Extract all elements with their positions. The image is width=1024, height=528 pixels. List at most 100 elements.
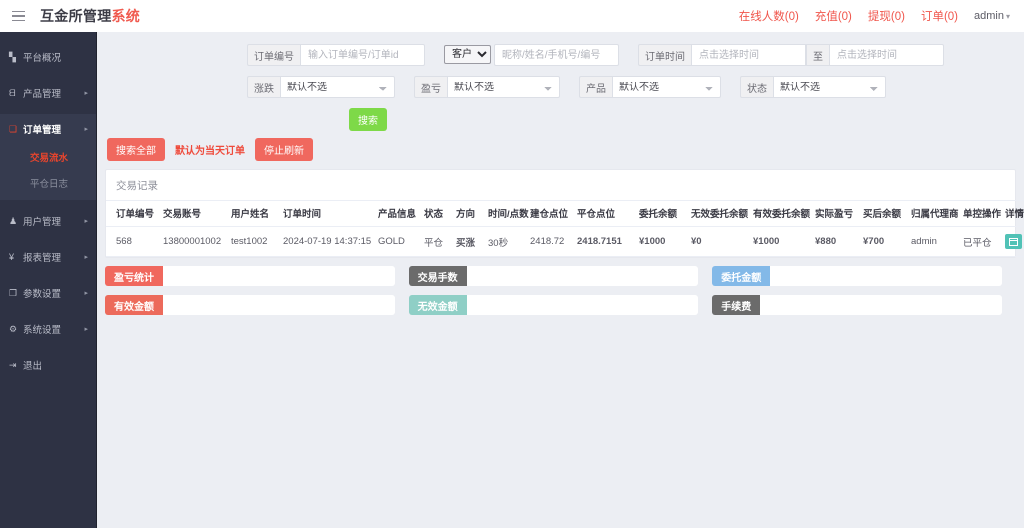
- search-button[interactable]: 搜索: [349, 108, 387, 131]
- customer-type-select[interactable]: 客户: [444, 45, 491, 64]
- col-agent: 归属代理商: [909, 200, 961, 227]
- stat-fee: 手续费: [712, 295, 1016, 315]
- sidebar-item-label-product: 产品管理: [23, 89, 62, 100]
- sidebar-subitem-close-log[interactable]: 平仓日志: [0, 170, 96, 196]
- chevron-right-icon-order: ▸: [84, 126, 88, 133]
- chevron-down-icon: ▾: [1005, 12, 1010, 21]
- col-invalid-entrust-balance: 无效委托余额: [689, 200, 751, 227]
- updown-select[interactable]: 默认不选: [280, 76, 395, 98]
- col-valid-entrust-balance: 有效委托余额: [751, 200, 813, 227]
- cell-agent: admin: [909, 226, 961, 257]
- col-direction: 方向: [454, 200, 486, 227]
- stat-value-profit-summary[interactable]: [163, 266, 395, 286]
- filter-row-1: 订单编号 客户 订单时间 至: [97, 44, 1024, 66]
- dashboard-icon: ▚: [9, 51, 16, 62]
- filter-order-no: 订单编号: [247, 44, 425, 66]
- params-icon: ❐: [9, 287, 18, 298]
- filter-customer: 客户: [444, 44, 619, 66]
- system-settings-icon: ⚙: [9, 323, 18, 334]
- top-link-withdraw[interactable]: 提现(0): [862, 4, 911, 28]
- stat-label-trade-lots: 交易手数: [408, 266, 467, 286]
- chevron-right-icon-report: ▸: [84, 254, 88, 261]
- stat-label-entrust-amount: 委托金额: [712, 266, 771, 286]
- top-link-recharge[interactable]: 充值(0): [809, 4, 858, 28]
- stat-value-invalid-amount[interactable]: [466, 295, 699, 315]
- order-time-separator: 至: [806, 44, 829, 66]
- customer-search-input[interactable]: [494, 44, 619, 66]
- cell-close-price: 2418.7151: [575, 226, 637, 257]
- col-detail: 详情: [1003, 200, 1024, 227]
- user-icon: ♟: [9, 215, 18, 226]
- order-time-end-input[interactable]: [829, 44, 944, 66]
- brand-accent: 系统: [111, 8, 141, 24]
- col-single-control: 单控操作: [961, 200, 1003, 227]
- sidebar-item-order[interactable]: ❏ 订单管理 ▸: [0, 114, 96, 144]
- status-select[interactable]: 默认不选: [773, 76, 886, 98]
- col-close-price: 平仓点位: [575, 200, 637, 227]
- table-row[interactable]: 568 13800001002 test1002 2024-07-19 14:3…: [106, 226, 1024, 257]
- report-icon: ¥: [9, 252, 15, 262]
- table-header-row: 订单编号 交易账号 用户姓名 订单时间 产品信息 状态 方向 时间/点数 建仓点…: [106, 200, 1024, 227]
- stat-valid-amount: 有效金额: [105, 295, 409, 315]
- top-link-online-count[interactable]: 在线人数(0): [733, 4, 805, 28]
- product-select[interactable]: 默认不选: [612, 76, 721, 98]
- cell-open-price: 2418.72: [528, 226, 575, 257]
- stop-refresh-button[interactable]: 停止刷新: [255, 138, 313, 161]
- col-actual-profit: 实际盈亏: [813, 200, 861, 227]
- stat-value-trade-lots[interactable]: [466, 266, 699, 286]
- sidebar-item-report[interactable]: ¥ 报表管理 ▸: [0, 242, 96, 272]
- transaction-table: 订单编号 交易账号 用户姓名 订单时间 产品信息 状态 方向 时间/点数 建仓点…: [106, 200, 1024, 257]
- col-entrust-balance: 委托余额: [637, 200, 689, 227]
- main-content: 订单编号 客户 订单时间 至 涨跌 默认不选: [97, 32, 1024, 528]
- sidebar-item-logout[interactable]: ⇥ 退出: [0, 350, 96, 380]
- profit-select[interactable]: 默认不选: [447, 76, 560, 98]
- window-icon[interactable]: [1005, 234, 1022, 249]
- stat-label-valid-amount: 有效金额: [105, 295, 163, 315]
- sidebar-item-label-logout: 退出: [23, 361, 43, 372]
- product-icon: ᗺ: [9, 87, 16, 98]
- user-menu[interactable]: admin ▾: [968, 6, 1016, 26]
- transaction-table-card: 交易记录 订单编号 交易账号 用户姓名 订单时间 产品信息 状态 方向 时间/点: [105, 169, 1024, 258]
- filter-status-label: 状态: [740, 76, 773, 98]
- cell-valid-entrust-balance: ¥1000: [751, 226, 813, 257]
- cell-single-control: 已平仓: [961, 226, 1003, 257]
- col-order-time: 订单时间: [281, 200, 376, 227]
- filter-panel: 订单编号 客户 订单时间 至 涨跌 默认不选: [97, 32, 1024, 161]
- sidebar-subitem-transaction-flow[interactable]: 交易流水: [0, 144, 96, 170]
- chevron-right-icon-product: ▸: [84, 90, 88, 97]
- cell-entrust-balance: ¥1000: [637, 226, 689, 257]
- cell-balance-after: ¥700: [861, 226, 909, 257]
- stat-label-invalid-amount: 无效金额: [408, 295, 467, 315]
- stat-value-fee[interactable]: [760, 295, 1002, 315]
- hamburger-icon[interactable]: [2, 0, 34, 32]
- table-title: 交易记录: [116, 180, 158, 192]
- sidebar-item-label-params: 参数设置: [23, 289, 62, 300]
- sidebar-item-label-system-settings: 系统设置: [23, 325, 62, 336]
- top-bar: 互金所管理系统 在线人数(0) 充值(0) 提现(0) 订单(0) admin ▾: [0, 0, 1024, 32]
- col-product: 产品信息: [376, 200, 422, 227]
- sidebar-item-user[interactable]: ♟ 用户管理 ▸: [0, 206, 96, 236]
- top-nav: 在线人数(0) 充值(0) 提现(0) 订单(0) admin ▾: [733, 4, 1024, 28]
- cell-invalid-entrust-balance: ¥0: [689, 226, 751, 257]
- cell-time-points: 30秒: [486, 226, 528, 257]
- sidebar-item-params[interactable]: ❐ 参数设置 ▸: [0, 278, 96, 308]
- stat-label-profit-summary: 盈亏统计: [105, 266, 163, 286]
- sidebar-item-dashboard[interactable]: ▚ 平台概况: [0, 42, 96, 72]
- sidebar-item-system-settings[interactable]: ⚙ 系统设置 ▸: [0, 314, 96, 344]
- filter-product: 产品 默认不选: [579, 76, 721, 98]
- cell-order-time: 2024-07-19 14:37:15: [281, 226, 376, 257]
- chevron-right-icon-system: ▸: [84, 326, 88, 333]
- search-all-button[interactable]: 搜索全部: [107, 138, 165, 161]
- filter-status: 状态 默认不选: [740, 76, 886, 98]
- order-time-start-input[interactable]: [691, 44, 806, 66]
- sidebar-item-product[interactable]: ᗺ 产品管理 ▸: [0, 78, 96, 108]
- filter-profit: 盈亏 默认不选: [414, 76, 560, 98]
- top-link-orders[interactable]: 订单(0): [915, 4, 964, 28]
- chevron-right-icon-user: ▸: [84, 218, 88, 225]
- stat-value-entrust-amount[interactable]: [770, 266, 1002, 286]
- stat-value-valid-amount[interactable]: [163, 295, 395, 315]
- order-no-input[interactable]: [300, 44, 425, 66]
- page-title: 互金所管理系统: [40, 6, 140, 26]
- sidebar-item-label-user: 用户管理: [23, 217, 62, 228]
- cell-order-no: 568: [106, 226, 161, 257]
